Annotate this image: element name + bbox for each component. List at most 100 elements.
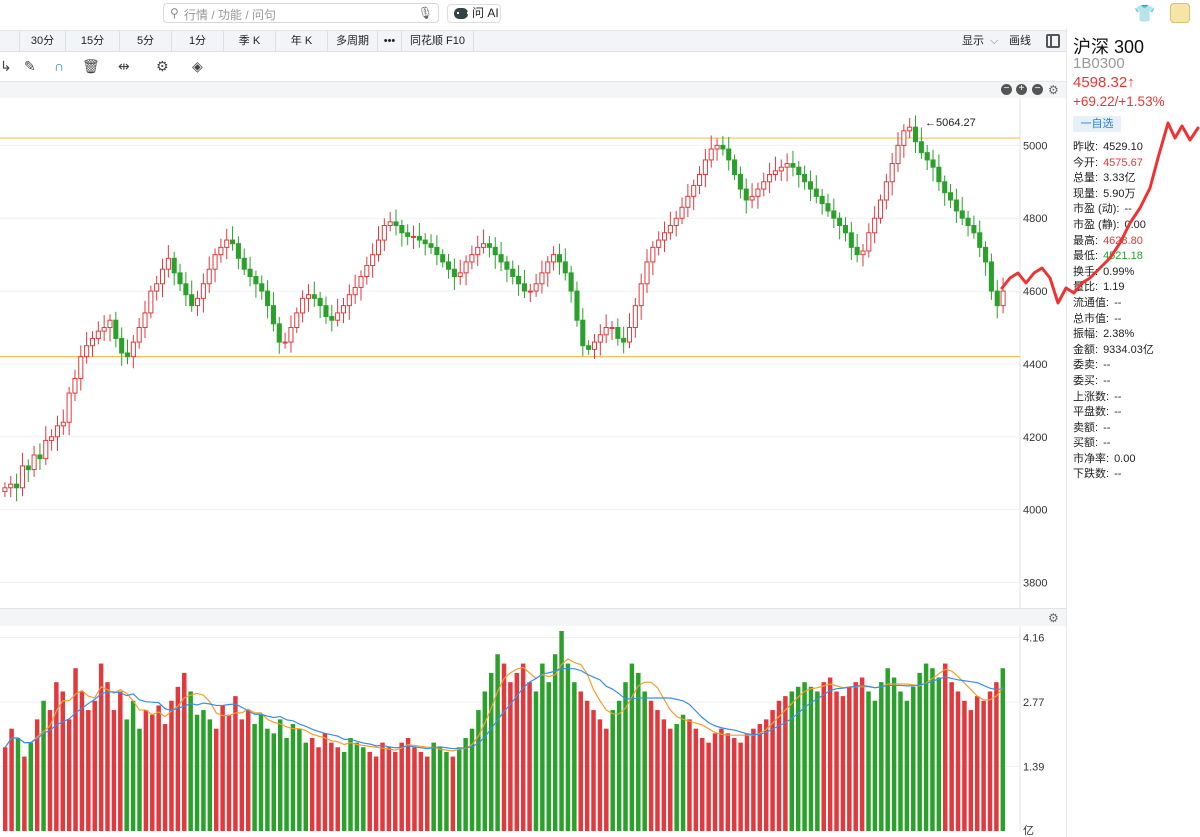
candle-body — [632, 305, 638, 328]
period-tab-15m[interactable]: 15分 — [66, 31, 120, 52]
candle-body — [422, 239, 428, 245]
volume-bar — [322, 733, 328, 831]
volume-bar — [879, 682, 884, 831]
stat-value: -- — [1103, 421, 1111, 434]
volume-bar — [827, 677, 833, 831]
more-periods-button[interactable]: ••• — [378, 31, 402, 52]
chevron-down-icon[interactable]: ⌵ — [990, 31, 998, 52]
candle-body — [813, 188, 819, 197]
volume-bar — [137, 728, 142, 831]
candle-body — [807, 181, 813, 190]
resize-icon[interactable]: ⇹ — [118, 58, 130, 75]
cursor-tool-icon[interactable]: ↳ — [0, 58, 12, 75]
period-tab-quarter[interactable]: 季 K — [224, 31, 276, 52]
candle-body — [165, 257, 171, 270]
trend-line — [1000, 121, 1200, 305]
candle-body — [218, 246, 224, 256]
candle-body — [837, 217, 843, 227]
period-bar: 30分 15分 5分 1分 季 K 年 K 多周期 ••• 同花顺 F10 显示… — [0, 30, 1066, 52]
volume-bar — [226, 714, 232, 831]
volume-bar — [495, 654, 500, 831]
stat-label: 金额: — [1073, 343, 1099, 356]
candle-body — [644, 261, 650, 285]
candle-body — [469, 254, 475, 263]
stat-row: 振幅: 2.38% — [1073, 327, 1197, 343]
skin-shirt-icon[interactable]: 👕 — [1134, 4, 1155, 24]
pen-icon[interactable]: ✎ — [24, 58, 36, 75]
volume-bar — [124, 719, 129, 831]
candle-body — [772, 170, 778, 175]
robot-icon — [454, 8, 469, 19]
kline-settings-icon[interactable]: ⚙ — [1048, 83, 1059, 97]
period-tab-5m[interactable]: 5分 — [120, 31, 172, 52]
period-tab-30m[interactable]: 30分 — [20, 31, 66, 52]
zoom-out-icon[interactable]: − — [1001, 84, 1012, 95]
candle-body — [621, 337, 627, 343]
volume-bar — [821, 682, 826, 831]
ask-ai-button[interactable]: 问 AI — [447, 4, 501, 23]
stat-row: 市净率: 0.00 — [1073, 452, 1197, 468]
candle-body — [358, 276, 364, 288]
volume-bar — [1000, 668, 1006, 831]
volume-bar — [527, 682, 532, 831]
volume-bar — [648, 700, 654, 831]
candle-body — [580, 319, 586, 347]
candle-body — [521, 283, 527, 292]
stat-value: -- — [1103, 374, 1111, 387]
volume-bar — [808, 686, 814, 831]
volume-bar — [380, 742, 385, 831]
tab-f10[interactable]: 同花顺 F10 — [402, 31, 474, 52]
candle-body — [101, 327, 107, 332]
candle-body — [918, 141, 924, 154]
candle-body — [89, 337, 96, 347]
candle-body — [60, 421, 66, 427]
microphone-icon[interactable]: 🎙 — [418, 6, 433, 20]
volume-bar — [725, 733, 731, 831]
volume-unit-label: 亿 — [1023, 824, 1034, 837]
trash-icon[interactable]: 🗑 — [82, 58, 100, 75]
layout-panel-icon[interactable] — [1046, 34, 1060, 48]
gear-icon[interactable]: ⚙ — [156, 58, 169, 75]
candle-body — [516, 276, 522, 285]
collapse-icon[interactable]: − — [1032, 84, 1043, 95]
y-tick-label: 4200 — [1023, 432, 1047, 444]
candle-body — [778, 166, 784, 172]
volume-bar — [904, 700, 910, 831]
period-tab-partial[interactable] — [0, 31, 20, 52]
volume-bar — [271, 733, 277, 831]
volume-bar — [744, 733, 750, 831]
draw-line-button[interactable]: 画线 — [1009, 31, 1031, 52]
search-box[interactable]: ⚲ 行情 / 功能 / 问句 🎙 — [163, 3, 439, 23]
volume-bar — [150, 714, 155, 831]
candle-body — [977, 232, 983, 248]
volume-bar — [488, 672, 494, 831]
candle-body — [907, 126, 913, 132]
candle-body — [124, 352, 131, 358]
volume-settings-icon[interactable]: ⚙ — [1048, 611, 1059, 625]
avatar[interactable] — [1170, 3, 1190, 23]
kline-chart[interactable]: 3800400042004400460048005000←5064.27 — [0, 98, 1066, 608]
volume-chart[interactable]: 1.39 2.77 4.16 亿 — [0, 626, 1066, 837]
candle-body — [84, 345, 90, 358]
layers-icon[interactable]: ◈ — [192, 58, 203, 75]
magnet-icon[interactable]: ∩ — [54, 58, 64, 74]
volume-bar — [156, 705, 161, 831]
volume-bar — [335, 747, 340, 831]
stat-row: 平盘数: -- — [1073, 405, 1197, 421]
candle-body — [883, 181, 889, 201]
volume-bar — [751, 728, 756, 831]
period-tab-1m[interactable]: 1分 — [172, 31, 224, 52]
candle-body — [340, 305, 347, 314]
search-input[interactable]: 行情 / 功能 / 问句 — [184, 6, 276, 23]
candle-body — [492, 246, 498, 256]
candle-body — [107, 319, 113, 328]
period-tab-year[interactable]: 年 K — [276, 31, 328, 52]
display-menu[interactable]: 显示 — [962, 31, 984, 52]
volume-bar — [399, 742, 404, 831]
volume-bar — [540, 663, 545, 831]
period-tab-multi[interactable]: 多周期 — [328, 31, 378, 52]
volume-bar — [169, 700, 174, 831]
volume-bar — [60, 691, 65, 831]
y-tick-label: 3800 — [1023, 578, 1047, 590]
zoom-in-icon[interactable]: + — [1016, 84, 1027, 95]
